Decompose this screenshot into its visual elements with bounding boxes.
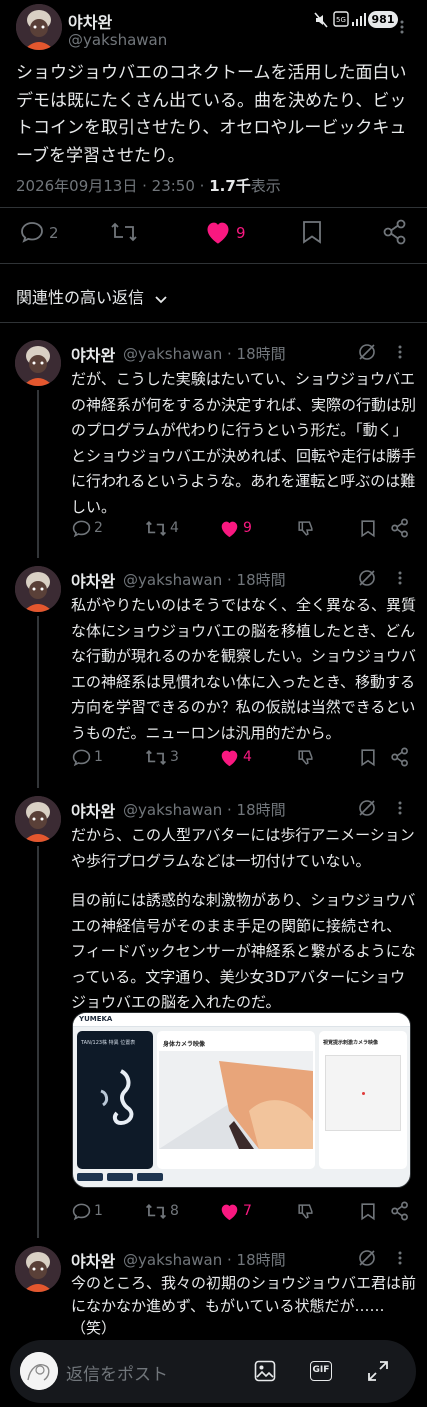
author-handle[interactable]: @yakshawan bbox=[68, 31, 167, 49]
dislike-icon[interactable] bbox=[296, 519, 315, 538]
more-options-icon[interactable] bbox=[398, 801, 402, 815]
reply-handle[interactable]: @yakshawan · 18時間 bbox=[123, 799, 286, 820]
composer-avatar bbox=[20, 1352, 58, 1390]
like-count: 9 bbox=[243, 520, 252, 536]
post-meta: 2026年09月13日 · 23:50 · 1.7千表示 bbox=[16, 175, 281, 196]
bookmark-icon[interactable] bbox=[360, 519, 376, 538]
reply-icon[interactable] bbox=[72, 748, 91, 767]
like-icon[interactable] bbox=[219, 519, 240, 538]
more-options-icon[interactable] bbox=[398, 1251, 402, 1265]
reply-author[interactable]: 야차완 bbox=[71, 342, 115, 366]
post-text: ショウジョウバエのコネクトームを活用した面白いデモは既にたくさん出ている。曲を決… bbox=[16, 63, 407, 166]
repost-icon[interactable] bbox=[145, 748, 167, 767]
replies-filter-label: 関連性の高い返信 bbox=[16, 288, 145, 307]
media-panel-left: TAN/123株 特異 位置表 bbox=[77, 1031, 153, 1169]
repost-count: 8 bbox=[170, 1203, 179, 1219]
media-panel-right-title: 視覚提示刺激カメラ映像 bbox=[323, 1040, 379, 1046]
reply-input[interactable]: 返信をポスト bbox=[66, 1360, 168, 1385]
reply-text: 私がやりたいのはそうではなく、全く異なる、異質な体にショウジョウバエの脳を移植し… bbox=[71, 596, 417, 742]
reply-text: 目の前には誘惑的な刺激物があり、ショウジョウバエの神経信号がそのまま手足の関節に… bbox=[71, 891, 416, 1011]
media-panel-mid: 身体カメラ映像 bbox=[157, 1031, 315, 1169]
media-panel-mid-title: 身体カメラ映像 bbox=[163, 1041, 206, 1048]
share-icon[interactable] bbox=[383, 219, 407, 245]
media-panel-left-title: TAN/123株 特異 位置表 bbox=[81, 1040, 136, 1046]
like-count: 7 bbox=[243, 1203, 252, 1219]
like-count: 4 bbox=[243, 749, 252, 765]
share-icon[interactable] bbox=[391, 1201, 409, 1221]
signal-icon bbox=[352, 12, 366, 26]
svg-text:5G: 5G bbox=[336, 16, 346, 24]
replies-filter[interactable]: 関連性の高い返信 bbox=[16, 284, 167, 308]
views-count: 1.7千 bbox=[209, 177, 251, 195]
bookmark-icon[interactable] bbox=[360, 1202, 376, 1221]
grok-icon[interactable] bbox=[358, 799, 376, 817]
dislike-icon[interactable] bbox=[296, 1202, 315, 1221]
reply-handle[interactable]: @yakshawan · 18時間 bbox=[123, 343, 286, 364]
reply-text: だが、こうした実験はたいてい、ショウジョウバエの神経系が何をするか決定すれば、実… bbox=[71, 370, 417, 516]
more-options-icon[interactable] bbox=[400, 20, 404, 34]
share-icon[interactable] bbox=[391, 518, 409, 538]
like-count: 9 bbox=[236, 224, 246, 242]
grok-icon[interactable] bbox=[358, 343, 376, 361]
media-panel-right: 視覚提示刺激カメラ映像 bbox=[319, 1031, 407, 1169]
like-icon[interactable] bbox=[219, 748, 240, 767]
avatar[interactable] bbox=[15, 566, 61, 612]
repost-icon[interactable] bbox=[145, 519, 167, 538]
repost-icon[interactable] bbox=[145, 1202, 167, 1221]
avatar[interactable] bbox=[16, 4, 62, 50]
reply-icon[interactable] bbox=[20, 220, 44, 244]
divider bbox=[0, 207, 427, 208]
bookmark-icon[interactable] bbox=[360, 748, 376, 767]
media-attachment[interactable]: YUMEKA TAN/123株 特異 位置表 身体カメラ映像 視覚提示刺激カメラ… bbox=[72, 1012, 411, 1188]
avatar[interactable] bbox=[15, 796, 61, 842]
reply-composer[interactable]: 返信をポスト GIF bbox=[10, 1340, 416, 1403]
battery-indicator: 981 bbox=[368, 11, 398, 28]
reply-count: 1 bbox=[94, 749, 103, 765]
repost-count: 4 bbox=[170, 520, 179, 536]
reply-handle[interactable]: @yakshawan · 18時間 bbox=[123, 569, 286, 590]
dislike-icon[interactable] bbox=[296, 748, 315, 767]
reply-text: だから、この人型アバターには歩行アニメーションや歩行プログラムなどは一切付けてい… bbox=[71, 826, 415, 870]
like-icon[interactable] bbox=[204, 219, 232, 245]
grok-icon[interactable] bbox=[358, 1249, 376, 1267]
like-icon[interactable] bbox=[219, 1202, 240, 1221]
reply-icon[interactable] bbox=[72, 1202, 91, 1221]
repost-icon[interactable] bbox=[110, 220, 138, 244]
network-icon: 5G bbox=[333, 11, 349, 27]
post-date: 2026年09月13日 · 23:50 · bbox=[16, 177, 210, 195]
thread-line bbox=[37, 616, 39, 788]
repost-count: 3 bbox=[170, 749, 179, 765]
thread-line bbox=[37, 846, 39, 1238]
divider bbox=[0, 322, 427, 323]
media-topbar: YUMEKA bbox=[73, 1013, 410, 1027]
media-buttons bbox=[77, 1173, 197, 1183]
reply-author[interactable]: 야차완 bbox=[71, 1248, 115, 1272]
reply-author[interactable]: 야차완 bbox=[71, 568, 115, 592]
reply-count: 2 bbox=[49, 224, 59, 242]
avatar[interactable] bbox=[15, 1246, 61, 1292]
thread-line bbox=[37, 390, 39, 558]
chevron-down-icon bbox=[155, 289, 167, 308]
reply-author[interactable]: 야차완 bbox=[71, 798, 115, 822]
share-icon[interactable] bbox=[391, 747, 409, 767]
author-name[interactable]: 야차완 bbox=[68, 9, 112, 33]
views-label: 表示 bbox=[250, 177, 281, 195]
reply-icon[interactable] bbox=[72, 519, 91, 538]
divider bbox=[0, 263, 427, 264]
avatar[interactable] bbox=[15, 340, 61, 386]
bookmark-icon[interactable] bbox=[301, 220, 323, 244]
mute-icon bbox=[314, 12, 328, 28]
media-brand: YUMEKA bbox=[79, 1015, 113, 1023]
more-options-icon[interactable] bbox=[398, 345, 402, 359]
reply-count: 2 bbox=[94, 520, 103, 536]
more-options-icon[interactable] bbox=[398, 571, 402, 585]
grok-icon[interactable] bbox=[358, 569, 376, 587]
gif-button[interactable]: GIF bbox=[310, 1361, 332, 1381]
image-icon[interactable] bbox=[254, 1360, 276, 1382]
expand-icon[interactable] bbox=[367, 1360, 389, 1382]
reply-handle[interactable]: @yakshawan · 18時間 bbox=[123, 1249, 286, 1270]
reply-count: 1 bbox=[94, 1203, 103, 1219]
